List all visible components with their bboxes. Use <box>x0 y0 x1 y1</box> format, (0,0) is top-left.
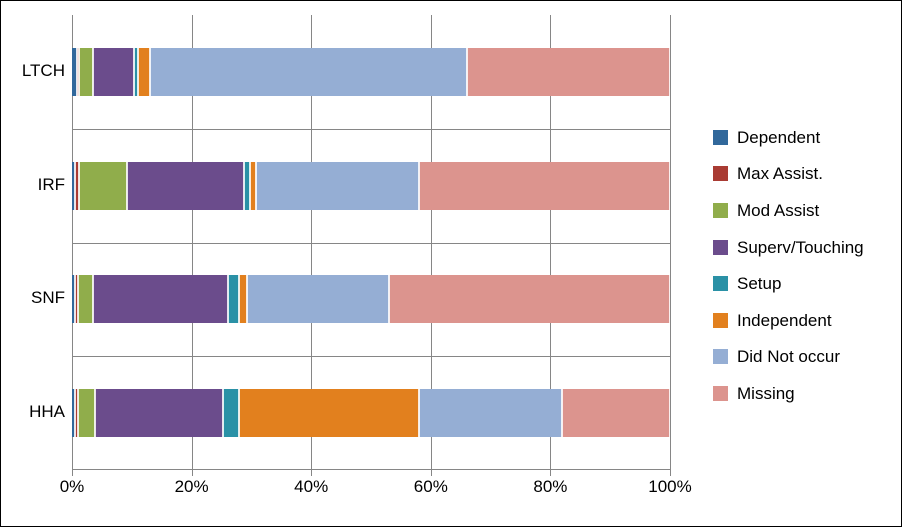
y-axis-label-irf: IRF <box>37 174 65 194</box>
legend-swatch-icon <box>713 129 728 145</box>
legend-swatch-icon <box>713 312 728 328</box>
bar-ltch[interactable] <box>72 47 670 96</box>
legend-swatch-icon <box>713 349 728 365</box>
bar-segment-independent[interactable] <box>138 47 151 96</box>
bar-segment-mod-assist[interactable] <box>78 161 127 210</box>
bar-segment-missing[interactable] <box>388 275 670 324</box>
bar-segment-did-not-occur[interactable] <box>418 389 563 438</box>
legend-label: Independent <box>737 310 832 330</box>
chart-legend: Dependent Max Assist. Mod Assist Superv/Tou… <box>713 119 893 412</box>
legend-item-independent[interactable]: Independent <box>713 302 893 339</box>
bar-segment-did-not-occur[interactable] <box>150 47 467 96</box>
x-axis-label-100pct: 100% <box>648 477 692 496</box>
bar-segment-setup[interactable] <box>228 275 240 324</box>
legend-label: Mod Assist <box>737 200 820 220</box>
legend-label: Did Not occur <box>737 347 840 367</box>
bar-segment-superv-touching[interactable] <box>92 275 229 324</box>
legend-item-missing[interactable]: Missing <box>713 375 893 412</box>
bar-segment-independent[interactable] <box>239 275 248 324</box>
legend-item-superv-touching[interactable]: Superv/Touching <box>713 229 893 266</box>
y-axis-label-snf: SNF <box>31 288 65 308</box>
bar-segment-did-not-occur[interactable] <box>256 161 419 210</box>
legend-label: Dependent <box>737 127 821 147</box>
legend-swatch-icon <box>713 276 728 292</box>
bar-segment-independent[interactable] <box>238 389 419 438</box>
category-separator <box>72 243 670 244</box>
bar-segment-missing[interactable] <box>562 389 670 438</box>
bar-segment-superv-touching[interactable] <box>94 389 223 438</box>
bar-segment-setup[interactable] <box>222 389 239 438</box>
legend-label: Setup <box>737 274 782 294</box>
y-axis-label-ltch: LTCH <box>21 60 65 80</box>
gridline-100 <box>670 15 671 470</box>
bar-segment-missing[interactable] <box>466 47 670 96</box>
bar-snf[interactable] <box>72 275 670 324</box>
x-tick-mark <box>311 470 313 476</box>
chart-container: LTCH IRF SNF HHA 0% 20% 40% 60% 80% 100% Depende… <box>0 0 902 527</box>
bar-hha[interactable] <box>72 389 670 438</box>
category-separator <box>72 356 670 357</box>
legend-item-max-assist[interactable]: Max Assist. <box>713 156 893 193</box>
legend-swatch-icon <box>713 385 728 401</box>
y-axis-label-hha: HHA <box>29 402 65 422</box>
x-axis-label-40pct: 40% <box>294 477 329 496</box>
legend-label: Missing <box>737 383 795 403</box>
x-tick-mark <box>72 470 73 476</box>
legend-swatch-icon <box>713 166 728 182</box>
bar-segment-did-not-occur[interactable] <box>247 275 389 324</box>
legend-label: Superv/Touching <box>737 237 864 257</box>
x-tick-mark <box>670 470 671 476</box>
x-tick-mark <box>191 470 193 476</box>
x-axis-label-0pct: 0% <box>59 477 85 496</box>
x-axis-label-80pct: 80% <box>533 477 568 496</box>
x-axis-label-60pct: 60% <box>413 477 448 496</box>
bar-segment-mod-assist[interactable] <box>77 389 95 438</box>
bar-segment-superv-touching[interactable] <box>127 161 244 210</box>
x-axis-label-20pct: 20% <box>174 477 209 496</box>
bar-segment-superv-touching[interactable] <box>92 47 135 96</box>
x-axis-line <box>72 469 670 470</box>
legend-item-setup[interactable]: Setup <box>713 265 893 302</box>
legend-item-mod-assist[interactable]: Mod Assist <box>713 192 893 229</box>
legend-swatch-icon <box>713 239 728 255</box>
plot-area <box>72 15 671 470</box>
bar-irf[interactable] <box>72 161 670 210</box>
x-tick-mark <box>550 470 552 476</box>
bar-segment-mod-assist[interactable] <box>79 47 93 96</box>
legend-item-dependent[interactable]: Dependent <box>713 119 893 156</box>
bar-segment-missing[interactable] <box>418 161 670 210</box>
legend-item-did-not-occur[interactable]: Did Not occur <box>713 339 893 376</box>
bar-segment-mod-assist[interactable] <box>77 275 93 324</box>
category-separator <box>72 129 670 130</box>
legend-swatch-icon <box>713 202 728 218</box>
x-tick-mark <box>430 470 432 476</box>
legend-label: Max Assist. <box>737 164 823 184</box>
